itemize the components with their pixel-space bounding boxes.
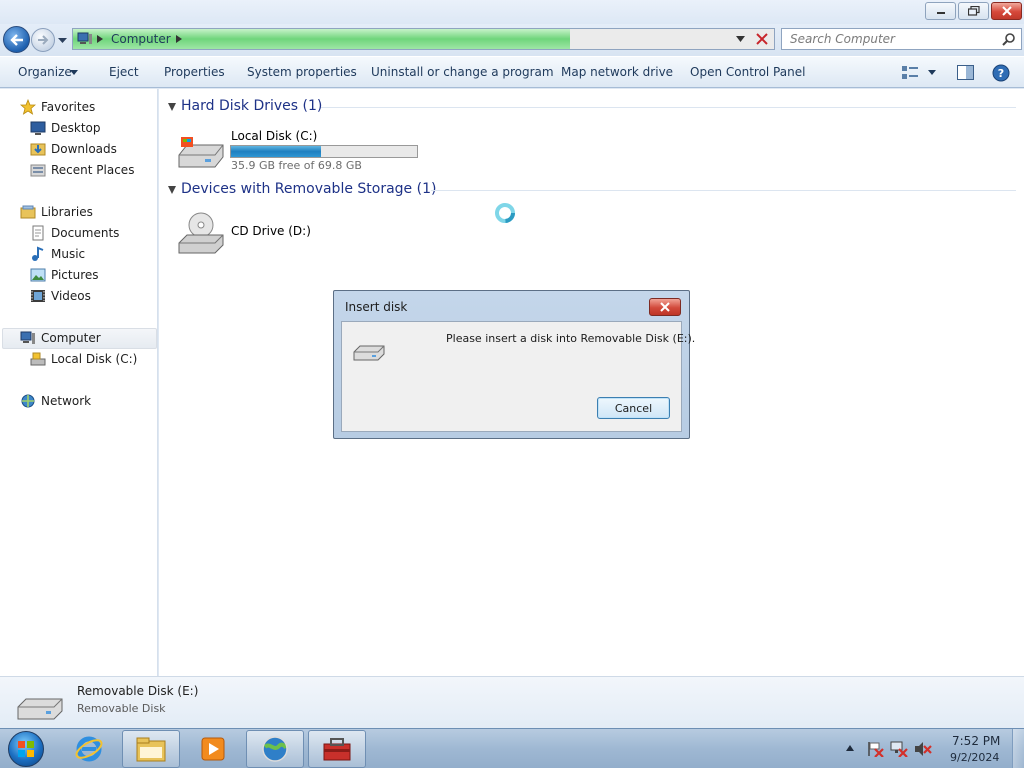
open-control-panel-button[interactable]: Open Control Panel	[690, 65, 805, 79]
drive-d-label: CD Drive (D:)	[231, 224, 311, 238]
globe-app-icon	[262, 736, 288, 762]
libraries-icon	[20, 205, 36, 219]
arrow-left-icon	[9, 33, 23, 46]
drive-item-local-disk-c[interactable]: Local Disk (C:) 35.9 GB free of 69.8 GB	[177, 129, 427, 174]
drive-c-label: Local Disk (C:)	[231, 129, 318, 143]
drive-c-free-space: 35.9 GB free of 69.8 GB	[231, 159, 362, 172]
chevron-right-icon[interactable]	[176, 35, 182, 43]
chevron-down-icon[interactable]	[736, 35, 745, 43]
title-bar	[0, 0, 1024, 24]
windows-logo-icon	[18, 741, 34, 757]
internet-explorer-icon	[75, 736, 103, 762]
system-properties-button[interactable]: System properties	[247, 65, 357, 79]
collapse-group-icon[interactable]	[168, 103, 176, 111]
help-icon[interactable]: ?	[992, 64, 1010, 82]
computer-icon	[77, 32, 92, 44]
details-pane: Removable Disk (E:) Removable Disk	[0, 676, 1024, 728]
search-input[interactable]: Search Computer	[781, 28, 1022, 50]
preview-pane-icon[interactable]	[957, 65, 974, 80]
forward-button[interactable]	[31, 28, 55, 52]
search-icon[interactable]	[1002, 32, 1016, 46]
address-crumb-computer[interactable]: Computer	[111, 32, 171, 46]
clock-date[interactable]: 9/2/2024	[950, 751, 999, 764]
toolbox-icon	[323, 738, 351, 761]
close-icon	[660, 302, 670, 312]
navigation-pane: Favorites Desktop Downloads Recent Place…	[0, 89, 158, 676]
back-button[interactable]	[3, 26, 30, 53]
drive-item-cd-drive-d[interactable]: CD Drive (D:)	[177, 211, 337, 257]
removable-disk-icon	[353, 345, 385, 361]
computer-icon	[20, 331, 35, 344]
map-network-drive-button[interactable]: Map network drive	[561, 65, 673, 79]
folder-icon	[136, 737, 166, 762]
command-bar: Organize Eject Properties System propert…	[0, 56, 1024, 88]
hard-drive-icon	[178, 137, 224, 168]
properties-button[interactable]: Properties	[164, 65, 225, 79]
details-item-type: Removable Disk	[77, 702, 166, 715]
uninstall-program-button[interactable]: Uninstall or change a program	[371, 65, 554, 79]
documents-icon	[32, 225, 44, 241]
chevron-down-icon[interactable]	[70, 70, 78, 76]
hard-drive-icon	[30, 352, 46, 366]
group-divider	[431, 190, 1016, 191]
restore-button[interactable]	[958, 2, 989, 20]
cd-drive-icon	[178, 212, 224, 254]
group-header-hard-disk-drives[interactable]: Hard Disk Drives (1)	[181, 98, 322, 114]
network-icon	[21, 394, 35, 408]
clock-time[interactable]: 7:52 PM	[952, 734, 1000, 748]
navigation-bar: Computer Search Computer	[0, 24, 1024, 56]
removable-disk-icon	[17, 698, 63, 720]
network-disconnected-icon[interactable]	[890, 741, 908, 757]
taskbar-app-toolbox[interactable]	[308, 730, 366, 768]
dialog-title: Insert disk	[345, 300, 408, 314]
minimize-button[interactable]	[925, 2, 956, 20]
close-icon	[1001, 6, 1012, 16]
taskbar-media-player[interactable]	[184, 730, 242, 768]
chevron-right-icon[interactable]	[97, 35, 103, 43]
volume-muted-icon[interactable]	[914, 741, 932, 757]
action-center-flag-icon[interactable]	[866, 741, 884, 757]
recent-pages-dropdown-icon[interactable]	[58, 36, 67, 45]
pictures-icon	[30, 268, 46, 282]
show-desktop-button[interactable]	[1012, 729, 1024, 768]
taskbar-app-globe[interactable]	[246, 730, 304, 768]
taskbar-windows-explorer[interactable]	[122, 730, 180, 768]
insert-disk-dialog: Insert disk Please insert a disk into Re…	[333, 290, 695, 439]
drive-c-usage-fill	[231, 146, 321, 157]
eject-button[interactable]: Eject	[109, 65, 139, 79]
media-player-icon	[201, 737, 225, 761]
start-button[interactable]	[8, 731, 44, 767]
dialog-close-button[interactable]	[649, 298, 681, 316]
star-icon	[20, 99, 36, 115]
arrow-right-icon	[38, 35, 49, 45]
music-icon	[32, 246, 44, 261]
address-bar[interactable]: Computer	[72, 28, 775, 50]
organize-button[interactable]: Organize	[18, 65, 72, 79]
busy-cursor-icon	[495, 203, 515, 223]
group-header-removable-storage[interactable]: Devices with Removable Storage (1)	[181, 181, 436, 197]
videos-icon	[31, 290, 45, 302]
taskbar: 7:52 PM 9/2/2024	[0, 728, 1024, 768]
show-hidden-icons-icon[interactable]	[846, 745, 854, 751]
details-item-name: Removable Disk (E:)	[77, 684, 199, 698]
desktop-icon	[30, 121, 46, 135]
dialog-body: Please insert a disk into Removable Disk…	[341, 321, 695, 432]
downloads-folder-icon	[30, 143, 46, 156]
change-view-icon[interactable]	[902, 66, 918, 80]
close-button[interactable]	[991, 2, 1022, 20]
cancel-button[interactable]: Cancel	[597, 397, 670, 419]
restore-icon	[967, 6, 980, 16]
drive-c-usage-bar	[230, 145, 418, 158]
stop-icon[interactable]	[755, 32, 769, 46]
taskbar-internet-explorer[interactable]	[60, 730, 118, 768]
minimize-icon	[936, 12, 945, 14]
group-divider	[321, 107, 1016, 108]
collapse-group-icon[interactable]	[168, 186, 176, 194]
svg-text:?: ?	[998, 67, 1004, 80]
recent-places-icon	[30, 164, 46, 177]
chevron-down-icon[interactable]	[928, 70, 936, 76]
search-placeholder: Search Computer	[790, 32, 895, 46]
dialog-message: Please insert a disk into Removable Disk…	[446, 332, 696, 345]
